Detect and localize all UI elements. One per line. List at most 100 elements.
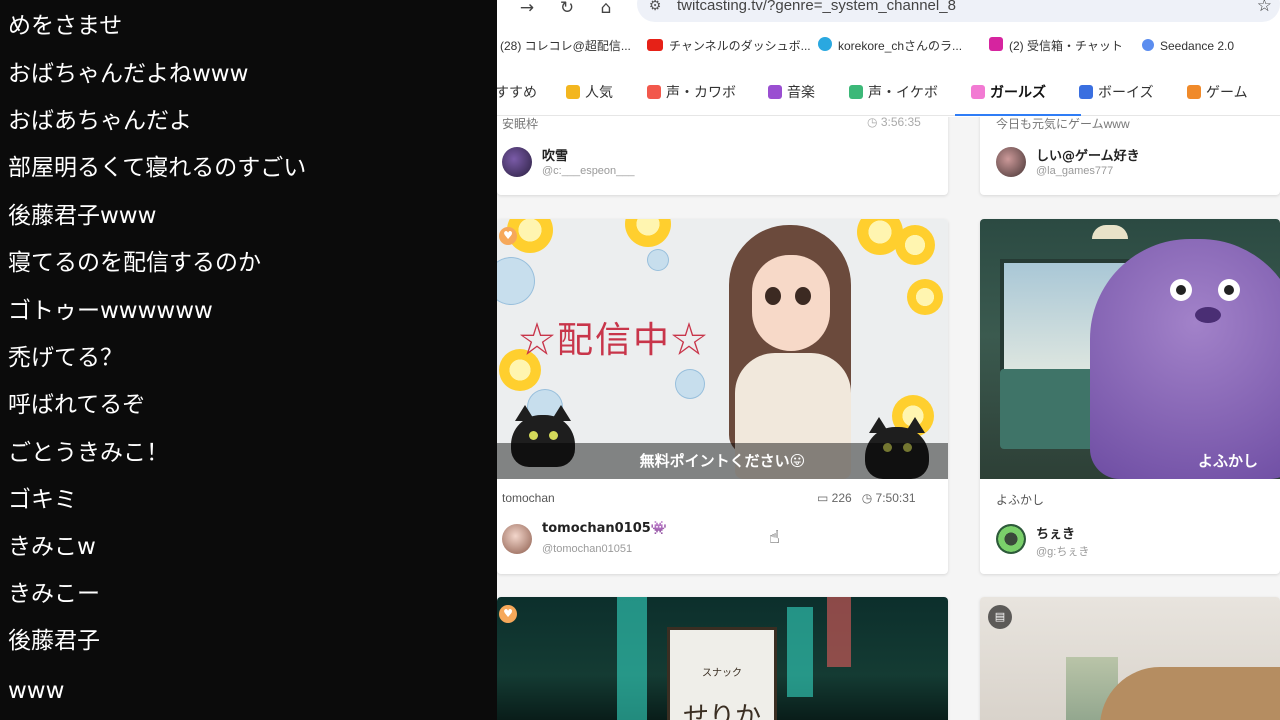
tab-music[interactable]: 音楽 — [768, 82, 815, 104]
neon-light — [787, 607, 813, 697]
heart-icon — [647, 85, 661, 99]
tab-cool-voice[interactable]: 声・イケボ — [849, 82, 938, 104]
url-text[interactable]: twitcasting.tv/?genre=_system_channel_8 — [677, 0, 956, 16]
instagram-icon — [989, 37, 1003, 51]
tab-boys[interactable]: ボーイズ — [1079, 82, 1154, 104]
comment-item: 後藤君子www — [8, 203, 157, 229]
site-info-icon[interactable]: ⚙ — [645, 0, 665, 16]
stream-duration: 7:50:31 — [875, 491, 916, 505]
lamp-decoration — [1092, 225, 1128, 239]
avatar[interactable] — [996, 524, 1026, 554]
avatar[interactable] — [502, 147, 532, 177]
youtube-icon — [647, 39, 663, 51]
stream-subtitle: 今日も元気にゲームwww — [996, 117, 1130, 131]
star-icon[interactable]: ☆ — [1257, 0, 1272, 16]
monster-nose — [1195, 307, 1221, 323]
username[interactable]: tomochan0105👾 — [542, 521, 667, 536]
bookmark-label: Seedance 2.0 — [1160, 39, 1235, 53]
stream-caption: 無料ポイントください😛 — [497, 443, 948, 479]
seedance-icon — [1142, 39, 1154, 51]
stream-thumbnail[interactable]: ☆配信中☆ ♥ 無料ポイントください😛 — [497, 219, 948, 479]
stream-card[interactable]: ▤ — [980, 597, 1280, 720]
comment-item: ゴキミ — [8, 487, 77, 513]
user-id: @c:___espeon___ — [542, 165, 635, 177]
home-icon[interactable]: ⌂ — [594, 0, 618, 20]
lemon-decoration — [625, 219, 671, 247]
lemon-decoration — [895, 225, 935, 265]
bookmark-label: チャンネルのダッシュボ... — [669, 39, 811, 53]
stream-card[interactable]: 安眠枠 ◷ 3:56:35 吹雪 @c:___espeon___ — [497, 117, 948, 195]
timer-icon: ◷ — [867, 117, 881, 129]
stream-card[interactable]: よふかし よふかし ちぇき @g:ちぇき — [980, 219, 1280, 574]
stream-thumbnail[interactable]: ▤ — [980, 597, 1280, 720]
comment-item: ごとうきみこ！ — [8, 440, 169, 466]
heart-badge-icon: ♥ — [499, 227, 517, 245]
stream-thumbnail[interactable]: よふかし — [980, 219, 1280, 479]
stream-feed: 安眠枠 ◷ 3:56:35 吹雪 @c:___espeon___ 今日も元気にゲ… — [497, 117, 1280, 720]
browser-toolbar: → ↻ ⌂ ⚙ twitcasting.tv/?genre=_system_ch… — [497, 0, 1280, 24]
bookmark-item[interactable]: (28) コレコレ@超配信... — [500, 37, 631, 55]
comment-item: 寝てるのを配信するのか — [8, 250, 261, 276]
heart-badge-icon: ♥ — [499, 605, 517, 623]
bookmark-item[interactable]: チャンネルのダッシュボ... — [647, 37, 811, 55]
tab-popular[interactable]: 人気 — [566, 82, 613, 104]
comment-item: ゴトゥーwwwwww — [8, 298, 213, 324]
tab-game[interactable]: ゲーム — [1187, 82, 1248, 104]
tab-label: 音楽 — [787, 85, 815, 101]
address-bar[interactable]: ⚙ twitcasting.tv/?genre=_system_channel_… — [637, 0, 1280, 22]
tab-label: すすめ — [497, 85, 537, 101]
comment-item: 禿げてる？ — [8, 345, 123, 371]
avatar[interactable] — [502, 524, 532, 554]
illustration-eye — [795, 287, 811, 305]
category-nav: すすめ 人気 声・カワボ 音楽 声・イケボ ガールズ ボーイズ ゲーム — [497, 70, 1280, 116]
bubble-decoration — [675, 369, 705, 399]
tab-cute-voice[interactable]: 声・カワボ — [647, 82, 736, 104]
timer-icon: ◷ — [855, 491, 876, 505]
sign-name-text: せりか — [682, 702, 761, 720]
username[interactable]: しい@ゲーム好き — [1036, 145, 1140, 164]
tab-label: 人気 — [585, 85, 613, 101]
tab-girls[interactable]: ガールズ — [971, 82, 1046, 104]
arrow-right-icon[interactable]: → — [515, 0, 539, 20]
comment-item: めをさませ — [8, 13, 123, 39]
comment-item: きみこw — [8, 534, 96, 560]
avatar[interactable] — [996, 147, 1026, 177]
comment-item: 呼ばれてるぞ — [8, 392, 146, 418]
bookmark-item[interactable]: (2) 受信箱・チャット — [989, 37, 1123, 55]
stream-subtitle: tomochan — [502, 491, 555, 505]
user-id: @la_games777 — [1036, 165, 1114, 177]
lemon-decoration — [907, 279, 943, 315]
bubble-decoration — [497, 257, 535, 305]
stream-card[interactable]: スナック せりか ♥ — [497, 597, 948, 720]
comment-item: 部屋明るくて寝れるのすごい — [8, 155, 307, 181]
boys-icon — [1079, 85, 1093, 99]
tab-recommended[interactable]: すすめ — [497, 82, 537, 104]
stream-stats: ▭ 226 ◷ 7:50:31 — [817, 491, 916, 505]
thumbnail-overlay-text: ☆配信中☆ — [519, 320, 710, 361]
username[interactable]: ちぇき — [1036, 523, 1075, 542]
stream-card[interactable]: 今日も元気にゲームwww しい@ゲーム好き @la_games777 — [980, 117, 1280, 195]
comment-count: 226 — [831, 491, 852, 505]
stream-thumbnail[interactable]: スナック せりか ♥ — [497, 597, 948, 720]
bookmark-label: (28) コレコレ@超配信... — [500, 39, 631, 53]
stream-card[interactable]: ☆配信中☆ ♥ 無料ポイントください😛 tomochan ▭ 226 ◷ 7:5… — [497, 219, 948, 574]
browser-window: → ↻ ⌂ ⚙ twitcasting.tv/?genre=_system_ch… — [497, 0, 1280, 720]
illustration-face — [752, 255, 830, 351]
reload-icon[interactable]: ↻ — [555, 0, 579, 20]
bookmark-item[interactable]: Seedance 2.0 — [1142, 37, 1234, 55]
comment-item: おばあちゃんだよ — [8, 108, 192, 134]
comment-icon: ▭ — [817, 491, 832, 505]
snack-sign: スナック せりか — [667, 627, 777, 720]
tab-label: 声・イケボ — [868, 85, 938, 101]
girls-icon — [971, 85, 985, 99]
bookmark-label: korekore_chさんのラ... — [838, 39, 963, 53]
bookmark-item[interactable]: korekore_chさんのラ... — [818, 37, 962, 55]
bookmark-label: (2) 受信箱・チャット — [1009, 39, 1123, 53]
caption-badge-icon: ▤ — [988, 605, 1012, 629]
music-icon — [768, 85, 782, 99]
user-id: @tomochan01051 — [542, 543, 633, 555]
comment-item: きみこー — [8, 581, 100, 607]
pointer-cursor-icon: ☝ — [769, 527, 780, 548]
username[interactable]: 吹雪 — [542, 145, 568, 164]
bubble-decoration — [647, 249, 669, 271]
